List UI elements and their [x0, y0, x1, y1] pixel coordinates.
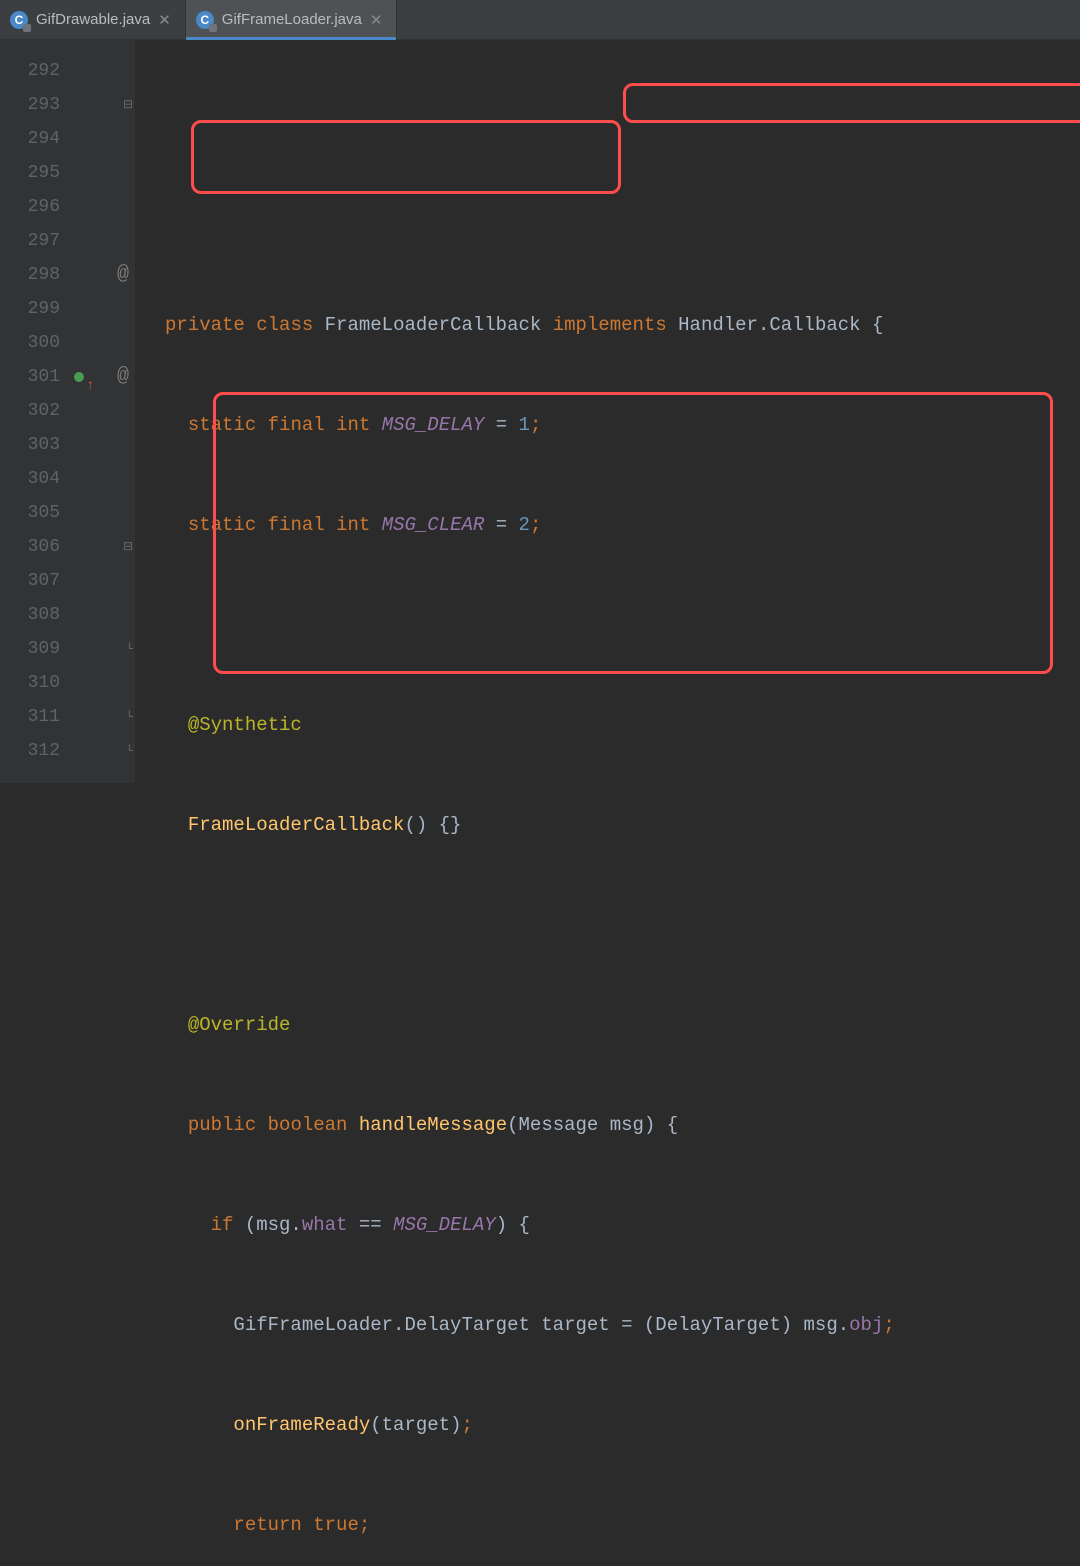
line-number: 292: [0, 54, 70, 88]
tab-gifframeloader[interactable]: C GifFrameLoader.java ✕: [186, 0, 398, 39]
class-icon: C: [10, 11, 28, 29]
fold-end-icon[interactable]: └: [126, 734, 133, 768]
line-number: 308: [0, 598, 70, 632]
line-number: 307: [0, 564, 70, 598]
code-area[interactable]: private class FrameLoaderCallback implem…: [135, 40, 1080, 783]
line-number: 310: [0, 666, 70, 700]
line-number: 303: [0, 428, 70, 462]
line-number: 305: [0, 496, 70, 530]
code-line: if (msg.what == MSG_DELAY) {: [135, 1208, 1080, 1242]
code-line: @Override: [135, 1008, 1080, 1042]
line-number: 294: [0, 122, 70, 156]
highlight-box-implements: [623, 83, 1080, 123]
tab-label: GifFrameLoader.java: [222, 11, 362, 28]
code-line: return true;: [135, 1508, 1080, 1542]
line-number: 312: [0, 734, 70, 768]
code-line: @Synthetic: [135, 708, 1080, 742]
fold-end-icon[interactable]: └: [126, 632, 133, 666]
close-icon[interactable]: ✕: [158, 11, 171, 29]
vcs-change-icon[interactable]: [74, 372, 84, 382]
gutter-markers: ⊟ @ ↑ @ ⊟ └ └ └: [70, 40, 135, 783]
line-number: 299: [0, 292, 70, 326]
highlight-box-constants: [191, 120, 621, 194]
tab-gifdrawable[interactable]: C GifDrawable.java ✕: [0, 0, 186, 39]
class-icon: C: [196, 11, 214, 29]
line-number: 301: [0, 360, 70, 394]
line-number: 300: [0, 326, 70, 360]
fold-end-icon[interactable]: └: [126, 700, 133, 734]
code-editor[interactable]: 292 293 294 295 296 297 298 299 300 301 …: [0, 40, 1080, 783]
close-icon[interactable]: ✕: [370, 11, 383, 29]
line-number: 295: [0, 156, 70, 190]
line-number: 302: [0, 394, 70, 428]
code-line: private class FrameLoaderCallback implem…: [135, 308, 1080, 342]
line-number-gutter: 292 293 294 295 296 297 298 299 300 301 …: [0, 40, 70, 783]
code-line: onFrameReady(target);: [135, 1408, 1080, 1442]
override-gutter-icon[interactable]: @: [117, 360, 129, 394]
line-number: 306: [0, 530, 70, 564]
line-number: 297: [0, 224, 70, 258]
line-number: 296: [0, 190, 70, 224]
tab-label: GifDrawable.java: [36, 11, 150, 28]
line-number: 298: [0, 258, 70, 292]
line-number: 293: [0, 88, 70, 122]
code-line: static final int MSG_CLEAR = 2;: [135, 508, 1080, 542]
fold-icon[interactable]: ⊟: [123, 530, 133, 564]
editor-tab-bar: C GifDrawable.java ✕ C GifFrameLoader.ja…: [0, 0, 1080, 40]
line-number: 304: [0, 462, 70, 496]
code-line: public boolean handleMessage(Message msg…: [135, 1108, 1080, 1142]
code-line: GifFrameLoader.DelayTarget target = (Del…: [135, 1308, 1080, 1342]
line-number: 309: [0, 632, 70, 666]
code-line: static final int MSG_DELAY = 1;: [135, 408, 1080, 442]
code-line: FrameLoaderCallback() {}: [135, 808, 1080, 842]
fold-icon[interactable]: ⊟: [123, 88, 133, 122]
line-number: 311: [0, 700, 70, 734]
code-line: [135, 208, 1080, 242]
code-line: [135, 908, 1080, 942]
code-line: [135, 608, 1080, 642]
override-gutter-icon[interactable]: @: [117, 258, 129, 292]
